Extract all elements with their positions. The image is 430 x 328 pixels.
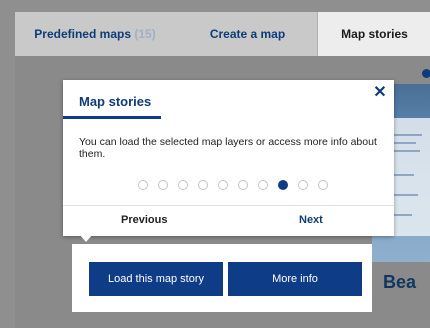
popover-divider xyxy=(63,205,394,206)
highlighted-actions: Load this map story More info xyxy=(72,244,372,312)
tour-popover: Map stories ✕ You can load the selected … xyxy=(63,80,394,236)
tab-stories-label: Map stories xyxy=(341,27,408,41)
more-info-button[interactable]: More info xyxy=(228,262,362,296)
close-icon[interactable]: ✕ xyxy=(371,84,389,102)
step-dot xyxy=(258,180,268,190)
tab-map-stories[interactable]: Map stories xyxy=(317,12,430,56)
tab-predefined-maps[interactable]: Predefined maps (15) xyxy=(15,12,175,56)
story-card-title: Bea xyxy=(383,266,430,298)
popover-pointer xyxy=(79,234,93,242)
step-dot xyxy=(318,180,328,190)
next-button[interactable]: Next xyxy=(299,214,323,226)
step-dot xyxy=(238,180,248,190)
previous-button[interactable]: Previous xyxy=(121,214,167,226)
step-dot xyxy=(138,180,148,190)
carousel-dot-indicator xyxy=(422,69,430,78)
load-map-story-button[interactable]: Load this map story xyxy=(89,262,223,296)
tab-bar: Predefined maps (15) Create a map Map st… xyxy=(15,12,430,56)
step-dot xyxy=(178,180,188,190)
step-dot xyxy=(198,180,208,190)
tab-create-map[interactable]: Create a map xyxy=(180,12,315,56)
step-dot-active xyxy=(278,180,288,190)
tab-create-label: Create a map xyxy=(209,27,286,41)
step-dot xyxy=(298,180,308,190)
popover-title-underline xyxy=(63,116,161,119)
tab-predefined-label: Predefined maps xyxy=(34,27,131,41)
step-dot xyxy=(158,180,168,190)
step-dot xyxy=(218,180,228,190)
popover-title: Map stories xyxy=(79,94,152,109)
tab-predefined-count: (15) xyxy=(134,27,156,41)
popover-body: You can load the selected map layers or … xyxy=(79,136,377,160)
